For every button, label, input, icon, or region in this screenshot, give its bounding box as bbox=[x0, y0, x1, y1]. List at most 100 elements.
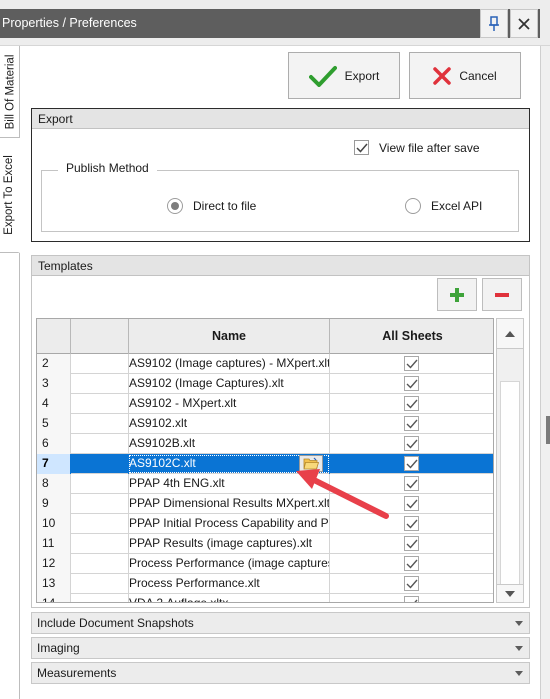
row-number: 10 bbox=[37, 514, 71, 534]
row-blank-cell[interactable] bbox=[71, 434, 129, 454]
all-sheets-checkbox[interactable] bbox=[404, 516, 419, 531]
grid-scrollbar[interactable] bbox=[496, 318, 524, 603]
check-icon bbox=[406, 559, 418, 569]
chevron-down-icon bbox=[515, 646, 523, 651]
row-blank-cell[interactable] bbox=[71, 474, 129, 494]
scroll-down-button[interactable] bbox=[497, 584, 523, 602]
all-sheets-checkbox[interactable] bbox=[404, 496, 419, 511]
row-blank-cell[interactable] bbox=[71, 374, 129, 394]
check-icon bbox=[406, 439, 418, 449]
right-edge-strip bbox=[540, 46, 550, 699]
row-blank-cell[interactable] bbox=[71, 534, 129, 554]
row-blank-cell[interactable] bbox=[71, 414, 129, 434]
template-name-cell[interactable]: AS9102 (Image captures) - MXpert.xlt bbox=[129, 354, 330, 374]
table-row[interactable]: 2 AS9102 (Image captures) - MXpert.xlt bbox=[37, 354, 493, 374]
all-sheets-cell bbox=[330, 394, 493, 414]
templates-grid[interactable]: Name All Sheets 2 AS9102 (Image captures)… bbox=[36, 318, 494, 603]
pin-icon bbox=[489, 15, 499, 31]
all-sheets-cell bbox=[330, 354, 493, 374]
template-name: PPAP 4th ENG.xlt bbox=[129, 476, 225, 490]
all-sheets-checkbox[interactable] bbox=[404, 576, 419, 591]
all-sheets-checkbox[interactable] bbox=[404, 556, 419, 571]
template-name-cell[interactable]: PPAP Results (image captures).xlt bbox=[129, 534, 330, 554]
template-name: AS9102.xlt bbox=[129, 416, 188, 430]
check-icon bbox=[406, 499, 418, 509]
pin-button[interactable] bbox=[480, 9, 508, 38]
check-icon bbox=[406, 399, 418, 409]
row-blank-cell[interactable] bbox=[71, 514, 129, 534]
template-name-cell[interactable]: Process Performance (image captures).xlt bbox=[129, 554, 330, 574]
export-group: Export View file after save Publish Meth… bbox=[31, 108, 530, 242]
add-template-button[interactable] bbox=[437, 278, 477, 311]
row-number: 12 bbox=[37, 554, 71, 574]
table-row[interactable]: 11 PPAP Results (image captures).xlt bbox=[37, 534, 493, 554]
template-name-cell[interactable]: VDA 2.Auflage.xltx bbox=[129, 594, 330, 603]
export-label: Export bbox=[344, 68, 380, 83]
close-button[interactable] bbox=[510, 9, 538, 38]
all-sheets-checkbox[interactable] bbox=[404, 536, 419, 551]
scroll-thumb[interactable] bbox=[500, 381, 520, 591]
all-sheets-checkbox[interactable] bbox=[404, 416, 419, 431]
chevron-up-icon bbox=[505, 330, 515, 337]
view-file-checkbox[interactable] bbox=[354, 140, 369, 155]
row-blank-cell[interactable] bbox=[71, 394, 129, 414]
all-sheets-checkbox[interactable] bbox=[404, 596, 419, 602]
splitter-handle[interactable] bbox=[546, 416, 550, 444]
section-measurements[interactable]: Measurements bbox=[31, 662, 530, 684]
row-number: 8 bbox=[37, 474, 71, 494]
template-name-cell[interactable]: AS9102B.xlt bbox=[129, 434, 330, 454]
row-blank-cell[interactable] bbox=[71, 354, 129, 374]
name-column-header[interactable]: Name bbox=[129, 319, 330, 354]
all-sheets-checkbox[interactable] bbox=[404, 456, 419, 471]
table-row[interactable]: 7 AS9102C.xlt bbox=[37, 454, 493, 474]
tab-bill-of-material[interactable]: Bill Of Material bbox=[0, 46, 20, 138]
row-blank-cell[interactable] bbox=[71, 554, 129, 574]
row-number-header bbox=[37, 319, 71, 354]
table-row[interactable]: 13 Process Performance.xlt bbox=[37, 574, 493, 594]
all-sheets-checkbox[interactable] bbox=[404, 376, 419, 391]
cancel-button[interactable]: Cancel bbox=[409, 52, 521, 99]
export-button[interactable]: Export bbox=[288, 52, 400, 99]
excel-api-label: Excel API bbox=[431, 199, 483, 213]
remove-template-button[interactable] bbox=[482, 278, 522, 311]
table-row[interactable]: 5 AS9102.xlt bbox=[37, 414, 493, 434]
section-imaging[interactable]: Imaging bbox=[31, 637, 530, 659]
table-row[interactable]: 14 VDA 2.Auflage.xltx bbox=[37, 594, 493, 603]
tab-export-to-excel[interactable]: Export To Excel bbox=[0, 138, 20, 253]
table-row[interactable]: 12 Process Performance (image captures).x… bbox=[37, 554, 493, 574]
row-blank-cell[interactable] bbox=[71, 494, 129, 514]
direct-to-file-radio[interactable] bbox=[167, 198, 183, 214]
chevron-down-icon bbox=[515, 671, 523, 676]
row-blank-cell[interactable] bbox=[71, 454, 129, 474]
table-row[interactable]: 3 AS9102 (Image Captures).xlt bbox=[37, 374, 493, 394]
table-row[interactable]: 10PPAP Initial Process Capability and Pe… bbox=[37, 514, 493, 534]
all-sheets-checkbox[interactable] bbox=[404, 396, 419, 411]
templates-group-header: Templates bbox=[32, 256, 529, 276]
row-blank-cell[interactable] bbox=[71, 574, 129, 594]
section-include-document-snapshots[interactable]: Include Document Snapshots bbox=[31, 612, 530, 634]
cross-icon bbox=[433, 66, 452, 85]
all-sheets-checkbox[interactable] bbox=[404, 436, 419, 451]
all-sheets-cell bbox=[330, 434, 493, 454]
excel-api-radio[interactable] bbox=[405, 198, 421, 214]
template-name-cell[interactable]: AS9102 (Image Captures).xlt bbox=[129, 374, 330, 394]
row-blank-cell[interactable] bbox=[71, 594, 129, 602]
side-tab-strip: Bill Of Material Export To Excel bbox=[0, 46, 20, 699]
template-name: VDA 2.Auflage.xltx bbox=[129, 596, 229, 603]
template-name: AS9102 - MXpert.xlt bbox=[129, 396, 237, 410]
table-row[interactable]: 4 AS9102 - MXpert.xlt bbox=[37, 394, 493, 414]
view-file-label: View file after save bbox=[379, 141, 480, 155]
template-name-cell[interactable]: Process Performance.xlt bbox=[129, 574, 330, 594]
table-row[interactable]: 8 PPAP 4th ENG.xlt bbox=[37, 474, 493, 494]
all-sheets-checkbox[interactable] bbox=[404, 356, 419, 371]
check-icon bbox=[406, 579, 418, 589]
all-sheets-cell bbox=[330, 594, 493, 602]
all-sheets-column-header[interactable]: All Sheets bbox=[330, 319, 493, 354]
template-name-cell[interactable]: AS9102 - MXpert.xlt bbox=[129, 394, 330, 414]
table-row[interactable]: 9 PPAP Dimensional Results MXpert.xlt bbox=[37, 494, 493, 514]
all-sheets-checkbox[interactable] bbox=[404, 476, 419, 491]
check-icon bbox=[406, 519, 418, 529]
template-name-cell[interactable]: AS9102.xlt bbox=[129, 414, 330, 434]
scroll-up-button[interactable] bbox=[497, 319, 523, 349]
table-row[interactable]: 6 AS9102B.xlt bbox=[37, 434, 493, 454]
